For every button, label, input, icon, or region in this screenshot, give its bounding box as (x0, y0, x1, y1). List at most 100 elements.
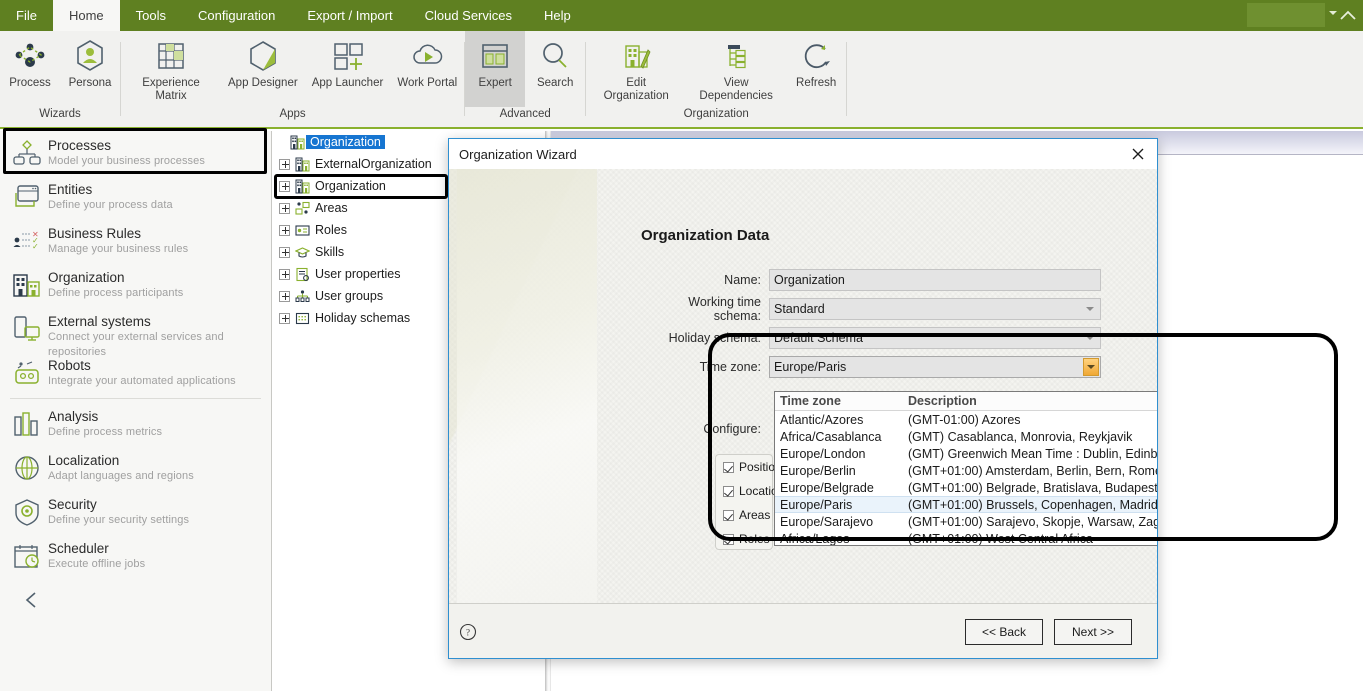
ribbon-button-view-dependencies[interactable]: View Dependencies (686, 31, 786, 107)
time-zone-option-description: (GMT+01:00) Brussels, Copenhagen, Madrid… (908, 497, 1157, 512)
ribbon-label-experience-matrix: Experience Matrix (142, 77, 200, 102)
organization-data-form: Name: Organization Working time schema: … (641, 269, 1101, 385)
sidebar-subtitle-processes: Model your business processes (48, 155, 205, 167)
expand-icon[interactable] (279, 290, 290, 302)
ribbon-button-work-portal[interactable]: Work Portal (390, 31, 464, 107)
tab-cloud-services[interactable]: Cloud Services (409, 0, 528, 31)
ribbon-label-edit-organization: Edit Organization (603, 77, 669, 102)
back-button[interactable]: << Back (965, 619, 1043, 645)
checkbox-row-roles[interactable]: Roles (716, 527, 772, 551)
tab-home[interactable]: Home (52, 0, 120, 31)
roles-icon (293, 223, 311, 238)
dialog-heading: Organization Data (641, 227, 770, 244)
ribbon-button-experience-matrix[interactable]: Experience Matrix (121, 31, 221, 107)
tab-export-import[interactable]: Export / Import (291, 0, 408, 31)
sidebar-item-entities[interactable]: Entities Define your process data (0, 175, 271, 219)
business-rules-icon: ✕ ✓ ✓ (10, 224, 44, 258)
app-launcher-icon (329, 35, 367, 77)
checkbox-label-roles: Roles (739, 532, 770, 546)
sidebar-collapse-button[interactable] (0, 578, 271, 613)
expand-icon[interactable] (279, 202, 290, 214)
sidebar-item-external-systems[interactable]: External systems Connect your external s… (0, 307, 271, 358)
next-button[interactable]: Next >> (1054, 619, 1132, 645)
sidebar-item-analysis[interactable]: Analysis Define process metrics (0, 402, 271, 446)
sidebar-item-robots[interactable]: Robots Integrate your automated applicat… (0, 351, 271, 395)
ribbon-button-process[interactable]: Process (0, 31, 60, 107)
checkbox-positions[interactable] (723, 461, 734, 473)
time-zone-option[interactable]: Europe/Berlin (GMT+01:00) Amsterdam, Ber… (775, 462, 1157, 479)
expand-icon[interactable] (279, 312, 290, 324)
sidebar-subtitle-localization: Adapt languages and regions (48, 470, 194, 482)
name-input[interactable]: Organization (769, 269, 1101, 291)
time-zone-dropdown-button[interactable] (1083, 358, 1099, 376)
ribbon-tab-bar: File Home Tools Configuration Export / I… (0, 0, 1363, 31)
sidebar-item-organization[interactable]: Organization Define process participants (0, 263, 271, 307)
expand-icon[interactable] (279, 224, 290, 236)
sidebar-item-business-rules[interactable]: ✕ ✓ ✓ Business Rules Manage your busines… (0, 219, 271, 263)
time-zone-option[interactable]: Atlantic/Azores (GMT-01:00) Azores (775, 411, 1157, 428)
expand-icon[interactable] (279, 268, 290, 280)
tab-file[interactable]: File (0, 0, 53, 31)
external-systems-icon (10, 312, 44, 346)
ribbon-button-edit-organization[interactable]: Edit Organization (586, 31, 686, 107)
working-time-schema-select[interactable]: Standard (769, 298, 1101, 320)
sidebar-subtitle-security: Define your security settings (48, 514, 190, 526)
time-zone-option-selected[interactable]: Europe/Paris (GMT+01:00) Brussels, Copen… (775, 496, 1157, 513)
checkbox-row-locations[interactable]: Locations (716, 479, 790, 503)
time-zone-option-zone: Africa/Casablanca (780, 429, 882, 444)
chevron-down-icon[interactable] (1329, 11, 1337, 15)
time-zone-option[interactable]: Europe/Belgrade (GMT+01:00) Belgrade, Br… (775, 479, 1157, 496)
ribbon-button-app-designer[interactable]: App Designer (221, 31, 305, 107)
sidebar-item-processes[interactable]: Processes Model your business processes (0, 131, 271, 175)
checkbox-areas[interactable] (723, 509, 734, 521)
ribbon-label-process: Process (9, 77, 51, 89)
sidebar-item-security[interactable]: Security Define your security settings (0, 490, 271, 534)
time-zone-option[interactable]: Europe/London (GMT) Greenwich Mean Time … (775, 445, 1157, 462)
help-icon[interactable]: ? (459, 623, 477, 644)
user-properties-icon (293, 267, 311, 282)
ribbon-button-app-launcher[interactable]: App Launcher (305, 31, 391, 107)
time-zone-list-header: Time zone Description (775, 392, 1157, 411)
close-icon[interactable] (1125, 142, 1151, 166)
checkbox-row-areas[interactable]: Areas (716, 503, 772, 527)
time-zone-value: Europe/Paris (774, 360, 847, 374)
time-zone-dropdown-list[interactable]: Time zone Description Atlantic/Azores (G… (774, 391, 1157, 546)
expand-icon[interactable] (279, 180, 290, 192)
time-zone-option-zone: Europe/Paris (780, 497, 853, 512)
label-name: Name: (724, 273, 761, 287)
expand-icon[interactable] (279, 158, 290, 170)
ribbon-button-refresh[interactable]: Refresh (786, 31, 846, 107)
label-configure: Configure: (703, 422, 761, 436)
checkbox-row-positions[interactable]: Positions (716, 455, 788, 479)
sidebar-item-localization[interactable]: Localization Adapt languages and regions (0, 446, 271, 490)
time-zone-option[interactable]: Africa/Lagos (GMT+01:00) West Central Af… (775, 530, 1157, 546)
left-sidebar: Processes Model your business processes … (0, 131, 272, 691)
field-row-time-zone: Time zone: Europe/Paris (641, 356, 1101, 378)
time-zone-option[interactable]: Europe/Sarajevo (GMT+01:00) Sarajevo, Sk… (775, 513, 1157, 530)
sidebar-item-scheduler[interactable]: Scheduler Execute offline jobs (0, 534, 271, 578)
sidebar-subtitle-analysis: Define process metrics (48, 426, 163, 438)
tab-configuration[interactable]: Configuration (182, 0, 291, 31)
checkbox-locations[interactable] (723, 485, 734, 497)
localization-icon (10, 451, 44, 485)
time-zone-option-zone: Europe/Berlin (780, 463, 856, 478)
column-header-description: Description (908, 394, 977, 408)
tab-help[interactable]: Help (528, 0, 587, 31)
ribbon-button-persona[interactable]: Persona (60, 31, 120, 107)
column-header-time-zone: Time zone (780, 394, 841, 408)
organization-icon (10, 268, 44, 302)
holiday-schema-select[interactable]: Default Schema (769, 327, 1101, 349)
ribbon-group-label-apps: Apps (279, 108, 306, 120)
ribbon-button-search[interactable]: Search (525, 31, 585, 107)
areas-icon (293, 201, 311, 216)
ribbon-button-expert[interactable]: Expert (465, 31, 526, 107)
ribbon-group-label-organization: Organization (683, 108, 749, 120)
time-zone-option[interactable]: Africa/Casablanca (GMT) Casablanca, Monr… (775, 428, 1157, 445)
sidebar-title-organization: Organization (48, 270, 125, 285)
collapse-ribbon-icon[interactable] (1337, 5, 1359, 27)
tab-tools[interactable]: Tools (120, 0, 182, 31)
time-zone-select[interactable]: Europe/Paris (769, 356, 1101, 378)
expand-icon[interactable] (279, 246, 290, 258)
quick-access-toolbar[interactable] (1247, 3, 1325, 27)
checkbox-roles[interactable] (723, 533, 734, 545)
